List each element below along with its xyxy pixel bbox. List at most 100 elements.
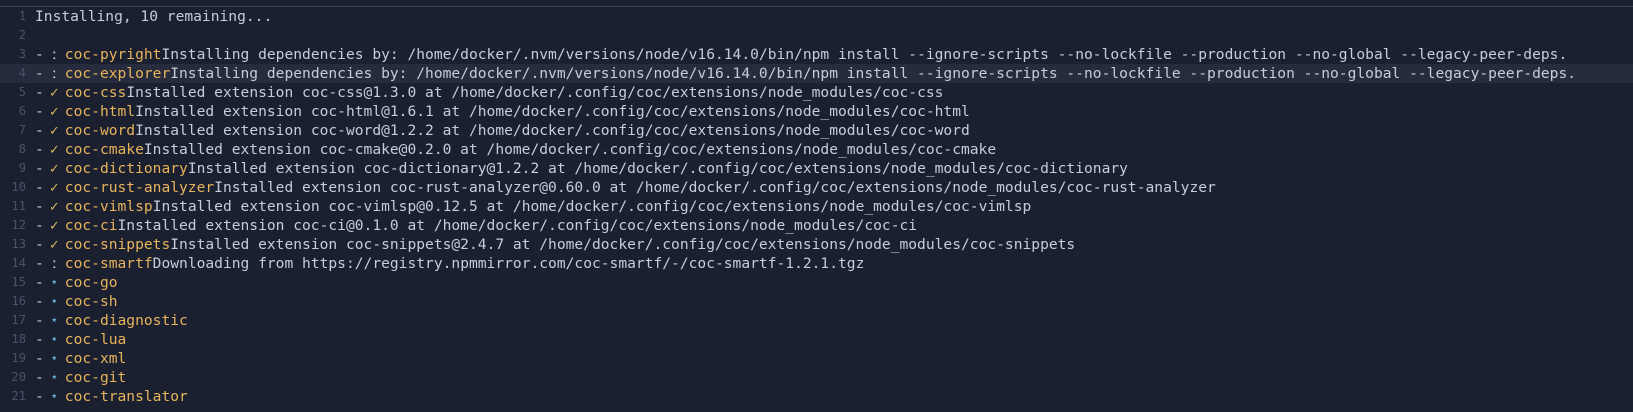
- extension-line: 20- ⋆ coc-git: [0, 368, 1633, 387]
- star-icon: ⋆: [49, 274, 59, 291]
- extension-message: Installed extension coc-cmake@0.2.0 at /…: [143, 141, 997, 158]
- extension-line: 16- ⋆ coc-sh: [0, 292, 1633, 311]
- check-icon: ✓: [49, 122, 59, 139]
- line-number: 20: [11, 370, 26, 384]
- line-number: 12: [11, 218, 26, 232]
- list-bullet: -: [35, 388, 44, 405]
- list-bullet: -: [35, 312, 44, 329]
- line-number: 14: [11, 256, 26, 270]
- extension-line: 4- ː coc-explorer Installing dependencies …: [0, 64, 1633, 83]
- extension-line: 5- ✓ coc-css Installed extension coc-css@1…: [0, 83, 1633, 102]
- extension-name: coc-word: [64, 122, 136, 139]
- extension-name: coc-explorer: [64, 65, 171, 82]
- extension-name: coc-snippets: [64, 236, 171, 253]
- extension-list: 3- ː coc-pyright Installing dependencies b…: [0, 45, 1633, 406]
- list-bullet: -: [35, 141, 44, 158]
- list-bullet: -: [35, 236, 44, 253]
- list-bullet: -: [35, 293, 44, 310]
- line-number: 2: [18, 28, 26, 42]
- line-number: 18: [11, 332, 26, 346]
- list-bullet: -: [35, 84, 44, 101]
- extension-name: coc-html: [64, 103, 136, 120]
- check-icon: ✓: [49, 198, 59, 215]
- star-icon: ⋆: [49, 350, 59, 367]
- extension-message: Installed extension coc-dictionary@1.2.2…: [187, 160, 1128, 177]
- list-bullet: -: [35, 179, 44, 196]
- list-bullet: -: [35, 331, 44, 348]
- check-icon: ✓: [49, 179, 59, 196]
- list-bullet: -: [35, 103, 44, 120]
- check-icon: ✓: [49, 236, 59, 253]
- line-number: 16: [11, 294, 26, 308]
- extension-name: coc-pyright: [64, 46, 162, 63]
- extension-message: Installed extension coc-rust-analyzer@0.…: [214, 179, 1216, 196]
- extension-name: coc-smartf: [64, 255, 153, 272]
- line-number: 8: [18, 142, 26, 156]
- extension-message: Installed extension coc-ci@0.1.0 at /hom…: [117, 217, 918, 234]
- extension-name: coc-ci: [64, 217, 118, 234]
- check-icon: ✓: [49, 217, 59, 234]
- star-icon: ⋆: [49, 331, 59, 348]
- list-bullet: -: [35, 217, 44, 234]
- check-icon: ✓: [49, 103, 59, 120]
- extension-line: 17- ⋆ coc-diagnostic: [0, 311, 1633, 330]
- list-bullet: -: [35, 198, 44, 215]
- extension-line: 7- ✓ coc-word Installed extension coc-word…: [0, 121, 1633, 140]
- extension-name: coc-rust-analyzer: [64, 179, 215, 196]
- extension-name: coc-xml: [64, 350, 127, 367]
- check-icon: ✓: [49, 160, 59, 177]
- extension-line: 9- ✓ coc-dictionary Installed extension co…: [0, 159, 1633, 178]
- line-number: 21: [11, 389, 26, 403]
- blank-line: 2: [0, 26, 1633, 45]
- line-number: 9: [18, 161, 26, 175]
- extension-line: 10- ✓ coc-rust-analyzer Installed extensio…: [0, 178, 1633, 197]
- extension-message: Installing dependencies by: /home/docker…: [161, 46, 1568, 63]
- line-number: 7: [18, 123, 26, 137]
- extension-name: coc-cmake: [64, 141, 144, 158]
- extension-line: 11- ✓ coc-vimlsp Installed extension coc-v…: [0, 197, 1633, 216]
- extension-line: 15- ⋆ coc-go: [0, 273, 1633, 292]
- line-number: 17: [11, 313, 26, 327]
- extension-line: 12- ✓ coc-ci Installed extension coc-ci@0.…: [0, 216, 1633, 235]
- star-icon: ⋆: [49, 369, 59, 386]
- line-number: 1: [18, 9, 26, 23]
- line-number: 5: [18, 85, 26, 99]
- extension-line: 6- ✓ coc-html Installed extension coc-html…: [0, 102, 1633, 121]
- extension-name: coc-lua: [64, 331, 127, 348]
- check-icon: ✓: [49, 141, 59, 158]
- extension-name: coc-sh: [64, 293, 118, 310]
- extension-message: Installed extension coc-vimlsp@0.12.5 at…: [152, 198, 1032, 215]
- line-number: 13: [11, 237, 26, 251]
- extension-name: coc-translator: [64, 388, 188, 405]
- extension-name: coc-dictionary: [64, 160, 188, 177]
- extension-message: Installing dependencies by: /home/docker…: [170, 65, 1577, 82]
- extension-line: 19- ⋆ coc-xml: [0, 349, 1633, 368]
- extension-line: 13- ✓ coc-snippets Installed extension coc…: [0, 235, 1633, 254]
- line-number: 4: [18, 66, 26, 80]
- progress-icon: ː: [49, 255, 59, 272]
- extension-line: 8- ✓ coc-cmake Installed extension coc-cma…: [0, 140, 1633, 159]
- list-bullet: -: [35, 65, 44, 82]
- progress-icon: ː: [49, 65, 59, 82]
- extension-name: coc-go: [64, 274, 118, 291]
- status-header-line: 1 Installing, 10 remaining...: [0, 7, 1633, 26]
- list-bullet: -: [35, 350, 44, 367]
- extension-line: 14- ː coc-smartf Downloading from https://…: [0, 254, 1633, 273]
- extension-message: Installed extension coc-html@1.6.1 at /h…: [135, 103, 970, 120]
- extension-message: Installed extension coc-css@1.3.0 at /ho…: [126, 84, 944, 101]
- extension-line: 21- ⋆ coc-translator: [0, 387, 1633, 406]
- extension-message: Downloading from https://registry.npmmir…: [152, 255, 865, 272]
- line-number: 11: [11, 199, 26, 213]
- check-icon: ✓: [49, 84, 59, 101]
- line-number: 15: [11, 275, 26, 289]
- star-icon: ⋆: [49, 312, 59, 329]
- extension-line: 18- ⋆ coc-lua: [0, 330, 1633, 349]
- install-status-text: Installing, 10 remaining...: [35, 8, 273, 25]
- progress-icon: ː: [49, 46, 59, 63]
- extension-message: Installed extension coc-word@1.2.2 at /h…: [135, 122, 970, 139]
- extension-message: Installed extension coc-snippets@2.4.7 a…: [170, 236, 1076, 253]
- list-bullet: -: [35, 160, 44, 177]
- list-bullet: -: [35, 255, 44, 272]
- list-bullet: -: [35, 369, 44, 386]
- editor-buffer[interactable]: 1 Installing, 10 remaining... 2 3- ː coc-p…: [0, 7, 1633, 406]
